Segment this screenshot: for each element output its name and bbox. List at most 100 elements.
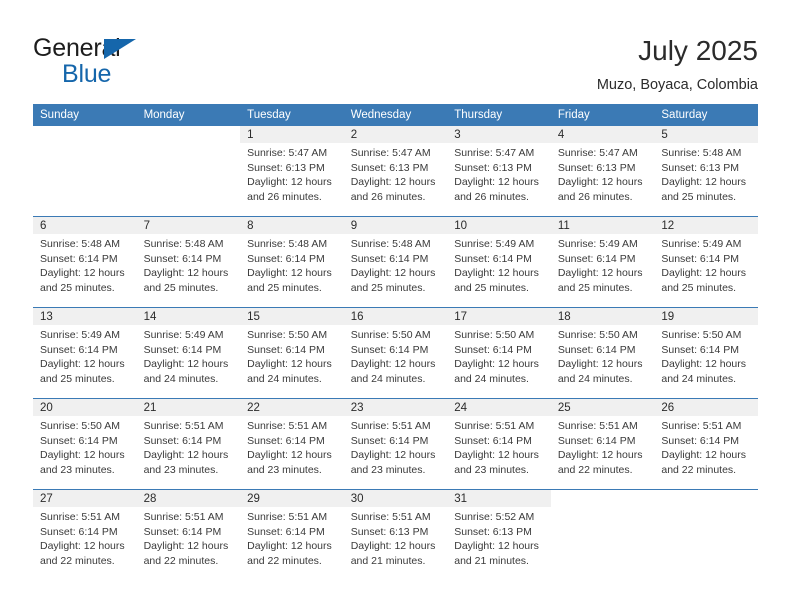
calendar-day-cell[interactable] xyxy=(137,126,241,217)
day-number: 27 xyxy=(33,490,137,507)
daylight-text-line1: Daylight: 12 hours xyxy=(247,540,332,553)
calendar-day-content: 12 Sunrise: 5:49 AM Sunset: 6:14 PM Dayligh… xyxy=(654,217,758,307)
calendar-day-cell[interactable]: 7 Sunrise: 5:48 AM Sunset: 6:14 PM Daylight… xyxy=(136,216,241,308)
daylight-text-line1: Daylight: 12 hours xyxy=(661,358,747,371)
daylight-text-line1: Daylight: 12 hours xyxy=(350,267,436,280)
daylight-text-line2: and 22 minutes. xyxy=(247,554,322,567)
sunrise-text: Sunrise: 5:50 AM xyxy=(350,329,431,341)
calendar-day-cell[interactable]: 24 Sunrise: 5:51 AM Sunset: 6:14 PM Dayligh… xyxy=(447,398,551,490)
brand-logo[interactable]: General Blue xyxy=(33,33,313,93)
calendar-day-cell[interactable]: 18 Sunrise: 5:50 AM Sunset: 6:14 PM Dayligh… xyxy=(550,307,655,399)
calendar-day-content: 19 Sunrise: 5:50 AM Sunset: 6:14 PM Dayligh… xyxy=(654,308,758,398)
day-number: 22 xyxy=(240,399,344,416)
calendar-day-cell[interactable]: 13 Sunrise: 5:49 AM Sunset: 6:14 PM Dayligh… xyxy=(33,307,137,399)
day-details: Sunrise: 5:48 AM Sunset: 6:14 PM Daylight:… xyxy=(240,234,344,295)
sunrise-text: Sunrise: 5:51 AM xyxy=(143,511,224,523)
daylight-text-line1: Daylight: 12 hours xyxy=(247,358,332,371)
calendar-day-cell[interactable]: 26 Sunrise: 5:51 AM Sunset: 6:14 PM Dayligh… xyxy=(654,398,758,490)
day-details: Sunrise: 5:51 AM Sunset: 6:14 PM Daylight:… xyxy=(344,416,448,477)
calendar-day-cell[interactable]: 27 Sunrise: 5:51 AM Sunset: 6:14 PM Dayligh… xyxy=(33,489,137,580)
calendar-day-cell[interactable]: 14 Sunrise: 5:49 AM Sunset: 6:14 PM Dayligh… xyxy=(136,307,241,399)
calendar-day-content: 4 Sunrise: 5:47 AM Sunset: 6:13 PM Daylight… xyxy=(550,126,655,216)
sunrise-text: Sunrise: 5:52 AM xyxy=(454,511,535,523)
calendar-day-content: 26 Sunrise: 5:51 AM Sunset: 6:14 PM Dayligh… xyxy=(654,399,758,489)
calendar-grid: Sunday Monday Tuesday Wednesday Thursday… xyxy=(33,104,758,580)
calendar-day-cell[interactable]: 23 Sunrise: 5:51 AM Sunset: 6:14 PM Dayligh… xyxy=(343,398,448,490)
masthead: General Blue July 2025 Muzo, Boyaca, Col… xyxy=(33,33,758,95)
daylight-text-line2: and 26 minutes. xyxy=(557,190,633,203)
calendar-day-cell[interactable]: 21 Sunrise: 5:51 AM Sunset: 6:14 PM Dayligh… xyxy=(136,398,241,490)
calendar-day-cell[interactable]: 4 Sunrise: 5:47 AM Sunset: 6:13 PM Daylight… xyxy=(550,126,655,217)
day-details: Sunrise: 5:47 AM Sunset: 6:13 PM Daylight:… xyxy=(447,143,551,204)
daylight-text-line1: Daylight: 12 hours xyxy=(661,267,747,280)
calendar-day-content: 21 Sunrise: 5:51 AM Sunset: 6:14 PM Dayligh… xyxy=(136,399,241,489)
daylight-text-line1: Daylight: 12 hours xyxy=(661,449,747,462)
day-number: 30 xyxy=(343,490,448,507)
day-number: 11 xyxy=(550,217,655,234)
calendar-day-cell[interactable] xyxy=(33,126,137,217)
calendar-day-cell[interactable]: 25 Sunrise: 5:51 AM Sunset: 6:14 PM Dayligh… xyxy=(550,398,655,490)
calendar-day-cell[interactable]: 5 Sunrise: 5:48 AM Sunset: 6:13 PM Daylight… xyxy=(654,126,758,217)
calendar-day-cell[interactable]: 28 Sunrise: 5:51 AM Sunset: 6:14 PM Dayligh… xyxy=(136,489,241,580)
calendar-day-cell[interactable]: 12 Sunrise: 5:49 AM Sunset: 6:14 PM Dayligh… xyxy=(654,216,758,308)
calendar-day-cell[interactable]: 8 Sunrise: 5:48 AM Sunset: 6:14 PM Daylight… xyxy=(240,216,344,308)
calendar-day-cell[interactable] xyxy=(654,489,758,580)
day-number: 20 xyxy=(33,399,137,416)
sunset-text: Sunset: 6:13 PM xyxy=(350,525,429,538)
calendar-day-cell[interactable]: 2 Sunrise: 5:47 AM Sunset: 6:13 PM Daylight… xyxy=(343,126,448,217)
sunset-text: Sunset: 6:13 PM xyxy=(661,161,740,174)
calendar-day-cell[interactable]: 10 Sunrise: 5:49 AM Sunset: 6:14 PM Dayligh… xyxy=(447,216,551,308)
day-number: 26 xyxy=(654,399,758,416)
day-details: Sunrise: 5:51 AM Sunset: 6:14 PM Daylight:… xyxy=(551,416,655,477)
calendar-day-cell[interactable] xyxy=(550,489,655,580)
calendar-day-cell[interactable]: 11 Sunrise: 5:49 AM Sunset: 6:14 PM Dayligh… xyxy=(550,216,655,308)
daylight-text-line1: Daylight: 12 hours xyxy=(661,176,747,189)
sunrise-text: Sunrise: 5:48 AM xyxy=(661,147,742,159)
calendar-day-content: 1 Sunrise: 5:47 AM Sunset: 6:13 PM Daylight… xyxy=(240,126,344,216)
daylight-text-line2: and 25 minutes. xyxy=(40,372,115,385)
calendar-day-cell[interactable]: 30 Sunrise: 5:51 AM Sunset: 6:13 PM Dayligh… xyxy=(343,489,448,580)
sunset-text: Sunset: 6:14 PM xyxy=(143,252,222,265)
daylight-text-line1: Daylight: 12 hours xyxy=(350,449,436,462)
day-number: 16 xyxy=(343,308,448,325)
sunset-text: Sunset: 6:14 PM xyxy=(661,252,740,265)
calendar-day-cell[interactable]: 16 Sunrise: 5:50 AM Sunset: 6:14 PM Dayligh… xyxy=(343,307,448,399)
sunset-text: Sunset: 6:14 PM xyxy=(454,252,532,265)
calendar-day-cell[interactable]: 22 Sunrise: 5:51 AM Sunset: 6:14 PM Dayligh… xyxy=(240,398,344,490)
daylight-text-line2: and 21 minutes. xyxy=(350,554,426,567)
calendar-day-cell[interactable]: 1 Sunrise: 5:47 AM Sunset: 6:13 PM Daylight… xyxy=(240,126,344,217)
daylight-text-line2: and 24 minutes. xyxy=(350,372,426,385)
weekday-header-monday: Monday xyxy=(136,104,241,126)
calendar-day-cell[interactable]: 3 Sunrise: 5:47 AM Sunset: 6:13 PM Daylight… xyxy=(447,126,551,217)
calendar-day-cell[interactable]: 20 Sunrise: 5:50 AM Sunset: 6:14 PM Dayligh… xyxy=(33,398,137,490)
daylight-text-line1: Daylight: 12 hours xyxy=(454,358,539,371)
calendar-day-cell[interactable]: 17 Sunrise: 5:50 AM Sunset: 6:14 PM Dayligh… xyxy=(447,307,551,399)
calendar-header-row: Sunday Monday Tuesday Wednesday Thursday… xyxy=(33,104,758,126)
daylight-text-line1: Daylight: 12 hours xyxy=(247,176,332,189)
calendar-week-row: 27 Sunrise: 5:51 AM Sunset: 6:14 PM Dayligh… xyxy=(33,489,758,580)
sunrise-text: Sunrise: 5:50 AM xyxy=(247,329,328,341)
weekday-header-thursday: Thursday xyxy=(447,104,551,126)
day-details: Sunrise: 5:48 AM Sunset: 6:13 PM Daylight:… xyxy=(654,143,758,204)
daylight-text-line1: Daylight: 12 hours xyxy=(557,176,643,189)
sunset-text: Sunset: 6:14 PM xyxy=(350,434,429,447)
sunset-text: Sunset: 6:14 PM xyxy=(454,434,532,447)
calendar-day-cell[interactable]: 15 Sunrise: 5:50 AM Sunset: 6:14 PM Dayligh… xyxy=(240,307,344,399)
sunset-text: Sunset: 6:14 PM xyxy=(247,525,325,538)
calendar-day-cell[interactable]: 9 Sunrise: 5:48 AM Sunset: 6:14 PM Daylight… xyxy=(343,216,448,308)
calendar-day-cell[interactable]: 31 Sunrise: 5:52 AM Sunset: 6:13 PM Dayligh… xyxy=(447,489,551,580)
calendar-day-cell[interactable]: 6 Sunrise: 5:48 AM Sunset: 6:14 PM Daylight… xyxy=(33,216,137,308)
sunset-text: Sunset: 6:14 PM xyxy=(557,343,636,356)
day-number: 19 xyxy=(654,308,758,325)
daylight-text-line1: Daylight: 12 hours xyxy=(143,358,229,371)
sunset-text: Sunset: 6:14 PM xyxy=(661,343,740,356)
calendar-day-cell[interactable]: 19 Sunrise: 5:50 AM Sunset: 6:14 PM Dayligh… xyxy=(654,307,758,399)
calendar-day-cell[interactable]: 29 Sunrise: 5:51 AM Sunset: 6:14 PM Dayligh… xyxy=(240,489,344,580)
day-number xyxy=(137,126,241,143)
sunrise-text: Sunrise: 5:51 AM xyxy=(40,511,120,523)
day-number: 10 xyxy=(447,217,551,234)
day-number: 3 xyxy=(447,126,551,143)
calendar-day-content: 8 Sunrise: 5:48 AM Sunset: 6:14 PM Daylight… xyxy=(240,217,344,307)
sunrise-text: Sunrise: 5:50 AM xyxy=(40,420,120,432)
daylight-text-line2: and 24 minutes. xyxy=(247,372,322,385)
